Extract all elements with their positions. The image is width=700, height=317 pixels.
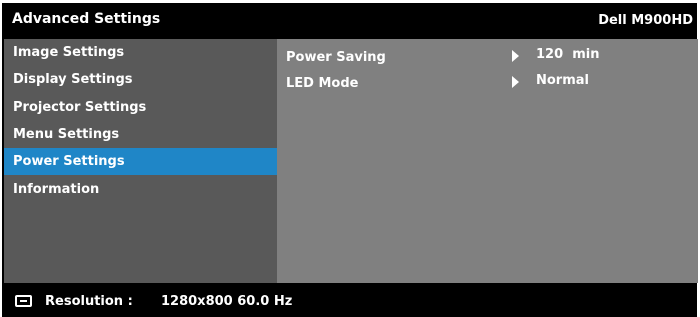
menu-item-display-settings[interactable]: Display Settings xyxy=(4,66,277,93)
power-saving-setting[interactable]: Power Saving 120 min xyxy=(277,45,698,69)
led-mode-setting[interactable]: LED Mode Normal xyxy=(277,71,698,95)
menu-item-menu-settings[interactable]: Menu Settings xyxy=(4,121,277,148)
menu-item-power-settings[interactable]: Power Settings xyxy=(4,148,277,175)
status-bar: Resolution : 1280x800 60.0 Hz xyxy=(2,285,697,317)
right-triangle-arrow-icon[interactable] xyxy=(512,76,519,88)
menu-item-projector-settings[interactable]: Projector Settings xyxy=(4,94,277,121)
resolution-label: Resolution : xyxy=(45,294,133,309)
power-saving-value: 120 min xyxy=(536,47,600,62)
power-saving-label: Power Saving xyxy=(286,50,386,65)
settings-category-list: Image Settings Display Settings Projecto… xyxy=(4,39,277,283)
monitor-icon xyxy=(15,295,32,307)
resolution-value: 1280x800 60.0 Hz xyxy=(161,294,293,309)
projector-model-name: Dell M900HD xyxy=(598,13,693,28)
menu-title: Advanced Settings xyxy=(12,11,161,27)
menu-header: Advanced Settings Dell M900HD xyxy=(2,3,697,36)
power-settings-panel: Power Saving 120 min LED Mode Normal xyxy=(277,39,698,283)
menu-item-image-settings[interactable]: Image Settings xyxy=(4,39,277,66)
projector-osd-menu: Advanced Settings Dell M900HD Image Sett… xyxy=(2,3,698,317)
led-mode-value: Normal xyxy=(536,73,589,88)
menu-item-information[interactable]: Information xyxy=(4,176,277,203)
led-mode-label: LED Mode xyxy=(286,76,359,91)
right-triangle-arrow-icon[interactable] xyxy=(512,50,519,62)
